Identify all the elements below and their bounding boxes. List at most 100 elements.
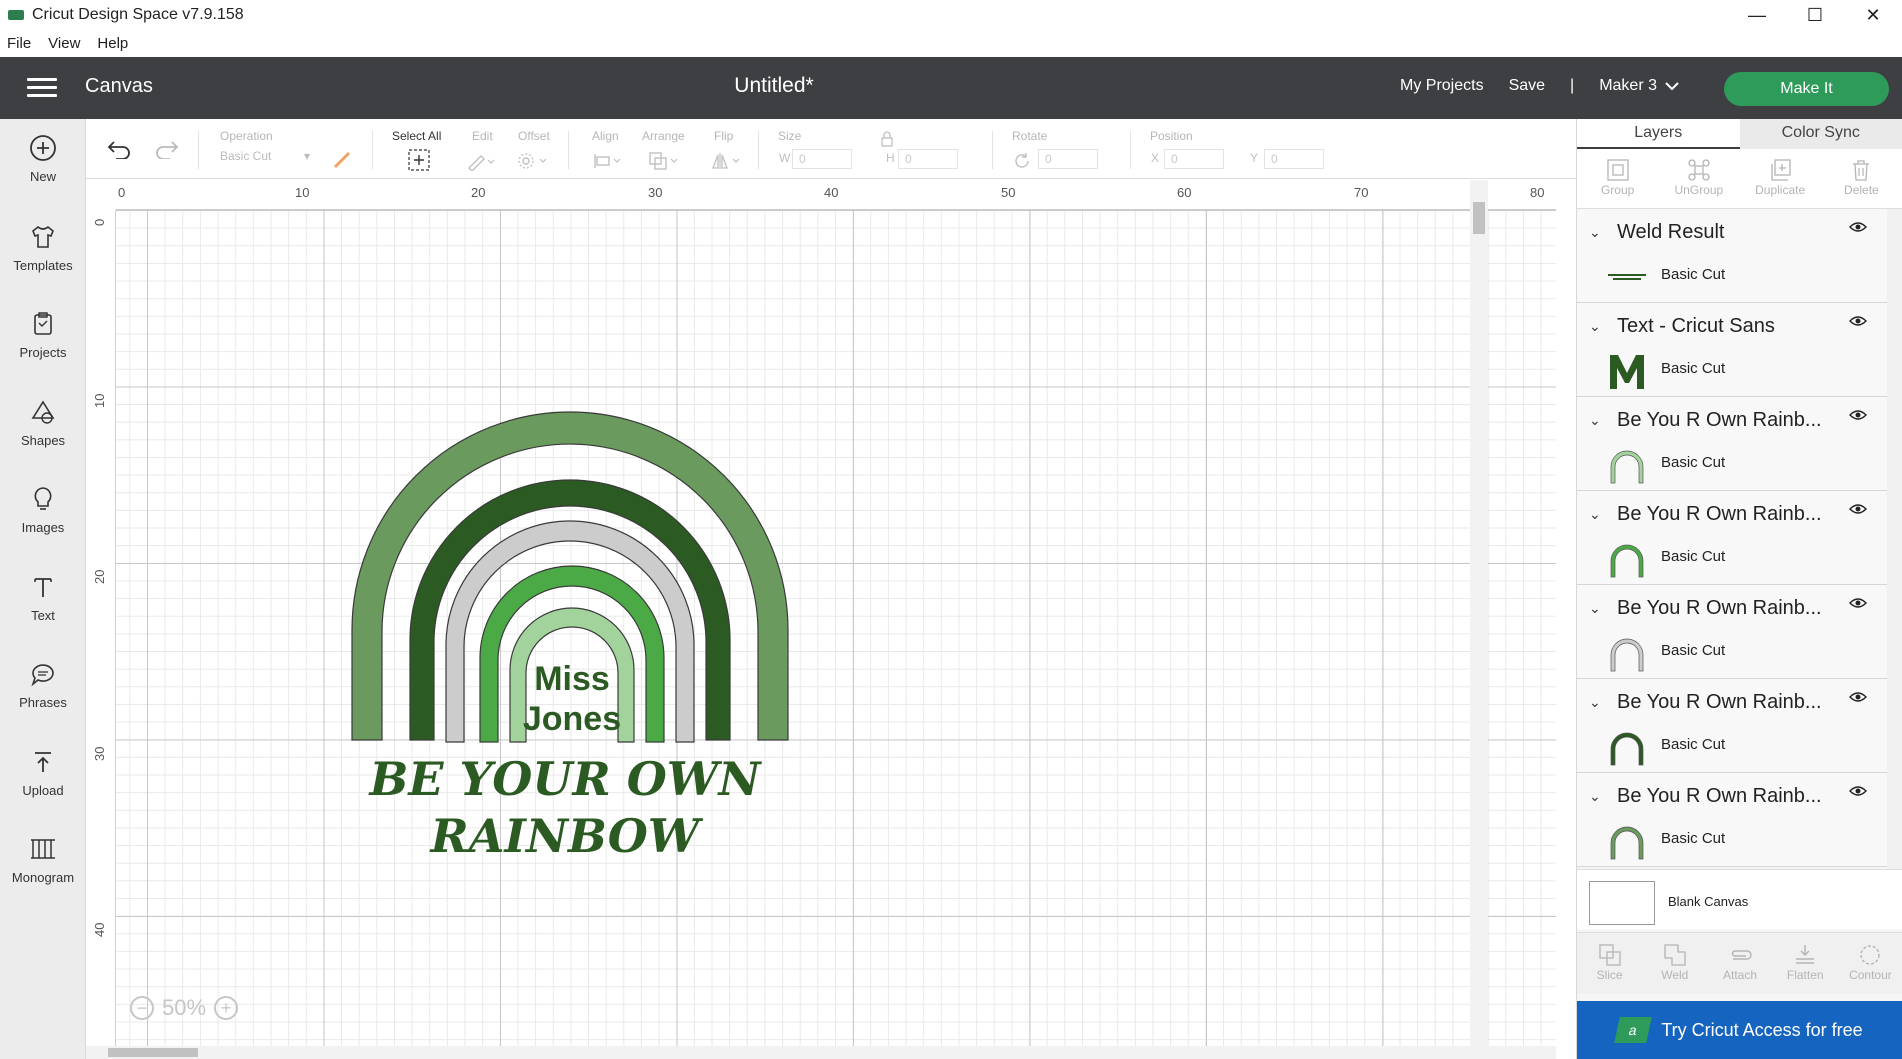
- sidebar-item-phrases[interactable]: Phrases: [0, 659, 86, 710]
- x-input[interactable]: 0: [1164, 149, 1224, 169]
- flip-icon[interactable]: [710, 151, 744, 171]
- eye-icon[interactable]: [1849, 691, 1867, 703]
- design-canvas[interactable]: 0 10 20 30 40 50 60 70 80 0 10 20 30 40: [86, 180, 1556, 1059]
- operation-select[interactable]: Basic Cut ▾: [220, 149, 320, 171]
- flatten-button[interactable]: Flatten: [1773, 933, 1838, 994]
- eye-icon[interactable]: [1849, 221, 1867, 233]
- contour-button[interactable]: Contour: [1838, 933, 1902, 994]
- chevron-down-icon[interactable]: ⌄: [1589, 506, 1603, 523]
- layer-operation: Basic Cut: [1661, 454, 1726, 471]
- chevron-down-icon[interactable]: ⌄: [1589, 412, 1603, 429]
- arrange-icon[interactable]: [648, 151, 682, 171]
- undo-icon[interactable]: [106, 139, 132, 159]
- toolbar-separator: [372, 131, 373, 169]
- chevron-down-icon[interactable]: ⌄: [1589, 318, 1603, 335]
- canvas-grid: [116, 210, 1556, 1059]
- rotate-input[interactable]: 0: [1038, 149, 1098, 169]
- sidebar-item-upload[interactable]: Upload: [0, 747, 86, 798]
- close-icon[interactable]: ✕: [1844, 0, 1902, 30]
- slice-button[interactable]: Slice: [1577, 933, 1642, 994]
- machine-selector[interactable]: Maker 3: [1599, 77, 1679, 95]
- layer-item[interactable]: ⌄ Be You R Own Rainb... Basic Cut: [1577, 397, 1887, 491]
- make-it-button[interactable]: Make It: [1724, 72, 1889, 106]
- select-all-icon[interactable]: [408, 149, 430, 171]
- delete-button[interactable]: Delete: [1821, 149, 1902, 208]
- design-slogan-line2[interactable]: RAINBOW: [429, 809, 704, 860]
- cricut-access-banner[interactable]: a Try Cricut Access for free: [1577, 1001, 1902, 1059]
- access-banner-text: Try Cricut Access for free: [1661, 1019, 1863, 1040]
- maximize-icon[interactable]: ☐: [1786, 0, 1844, 30]
- design-slogan-line1[interactable]: BE YOUR OWN: [368, 752, 763, 806]
- eye-icon[interactable]: [1849, 785, 1867, 797]
- layers-scrollbar[interactable]: [1887, 209, 1902, 869]
- y-input[interactable]: 0: [1264, 149, 1324, 169]
- sidebar-item-templates[interactable]: Templates: [0, 222, 86, 273]
- layer-name: Be You R Own Rainb...: [1617, 597, 1822, 619]
- edit-pencil-icon[interactable]: [466, 151, 496, 171]
- offset-icon[interactable]: [516, 151, 552, 171]
- trash-icon: [1821, 157, 1902, 183]
- hamburger-menu-icon[interactable]: [27, 78, 57, 98]
- canvas-vertical-scrollbar[interactable]: [1470, 180, 1488, 1059]
- design-name-line1[interactable]: Miss: [534, 660, 610, 698]
- rotate-value: 0: [1045, 152, 1052, 166]
- lock-icon[interactable]: [880, 131, 894, 147]
- menu-file[interactable]: File: [7, 35, 31, 52]
- align-icon[interactable]: [592, 151, 626, 171]
- zoom-in-icon[interactable]: +: [214, 996, 239, 1020]
- menu-view[interactable]: View: [48, 35, 80, 52]
- canvas-color-swatch[interactable]: [1589, 881, 1655, 925]
- attach-button[interactable]: Attach: [1707, 933, 1772, 994]
- zoom-out-icon[interactable]: −: [130, 996, 154, 1020]
- rotate-icon[interactable]: [1012, 151, 1032, 171]
- redo-icon[interactable]: [154, 139, 180, 159]
- layer-thumbnail: [1607, 539, 1647, 579]
- sidebar-item-new[interactable]: New: [0, 133, 86, 184]
- weld-button[interactable]: Weld: [1642, 933, 1707, 994]
- chevron-down-icon[interactable]: ⌄: [1589, 600, 1603, 617]
- slice-icon: [1577, 942, 1642, 968]
- sidebar-label: Shapes: [20, 433, 66, 448]
- sidebar-item-monogram[interactable]: Monogram: [0, 834, 86, 885]
- height-input[interactable]: 0: [898, 149, 958, 169]
- eye-icon[interactable]: [1849, 315, 1867, 327]
- layer-thumbnail: [1607, 257, 1647, 297]
- save-link[interactable]: Save: [1509, 77, 1545, 95]
- design-name-line2[interactable]: Jones: [523, 700, 621, 738]
- eye-icon[interactable]: [1849, 409, 1867, 421]
- canvas-horizontal-scrollbar[interactable]: [86, 1046, 1556, 1059]
- layer-item[interactable]: ⌄ Weld Result Basic Cut: [1577, 209, 1887, 303]
- rainbow-design[interactable]: Miss Jones BE YOUR OWN RAINBOW: [340, 340, 810, 860]
- sidebar-item-shapes[interactable]: Shapes: [0, 397, 86, 448]
- duplicate-button[interactable]: Duplicate: [1740, 149, 1821, 208]
- chevron-down-icon[interactable]: ⌄: [1589, 224, 1603, 241]
- ungroup-button[interactable]: UnGroup: [1658, 149, 1739, 208]
- scroll-thumb[interactable]: [1473, 202, 1485, 234]
- minimize-icon[interactable]: —: [1728, 0, 1786, 30]
- toolbar-separator: [992, 131, 993, 169]
- group-button[interactable]: Group: [1577, 149, 1658, 208]
- flip-label: Flip: [714, 129, 734, 143]
- chevron-down-icon[interactable]: ⌄: [1589, 788, 1603, 805]
- layer-item[interactable]: ⌄ Be You R Own Rainb... Basic Cut: [1577, 773, 1887, 867]
- scroll-thumb[interactable]: [108, 1048, 198, 1057]
- layer-item[interactable]: ⌄ Be You R Own Rainb... Basic Cut: [1577, 491, 1887, 585]
- sidebar-item-text[interactable]: Text: [0, 572, 86, 623]
- eye-icon[interactable]: [1849, 597, 1867, 609]
- pen-color-icon[interactable]: [332, 150, 352, 170]
- ruler-tick-label: 0: [118, 185, 126, 200]
- eye-icon[interactable]: [1849, 503, 1867, 515]
- menu-help[interactable]: Help: [97, 35, 128, 52]
- layer-item[interactable]: ⌄ Be You R Own Rainb... Basic Cut: [1577, 679, 1887, 773]
- layer-item[interactable]: ⌄ Text - Cricut Sans Basic Cut: [1577, 303, 1887, 397]
- layer-item[interactable]: ⌄ Be You R Own Rainb... Basic Cut: [1577, 585, 1887, 679]
- tab-layers[interactable]: Layers: [1577, 119, 1740, 149]
- my-projects-link[interactable]: My Projects: [1400, 77, 1484, 95]
- blank-canvas-row[interactable]: Blank Canvas: [1577, 869, 1902, 929]
- sidebar-item-images[interactable]: Images: [0, 484, 86, 535]
- width-input[interactable]: 0: [792, 149, 852, 169]
- tab-color-sync[interactable]: Color Sync: [1739, 119, 1902, 149]
- duplicate-label: Duplicate: [1755, 183, 1806, 197]
- sidebar-item-projects[interactable]: Projects: [0, 309, 86, 360]
- chevron-down-icon[interactable]: ⌄: [1589, 694, 1603, 711]
